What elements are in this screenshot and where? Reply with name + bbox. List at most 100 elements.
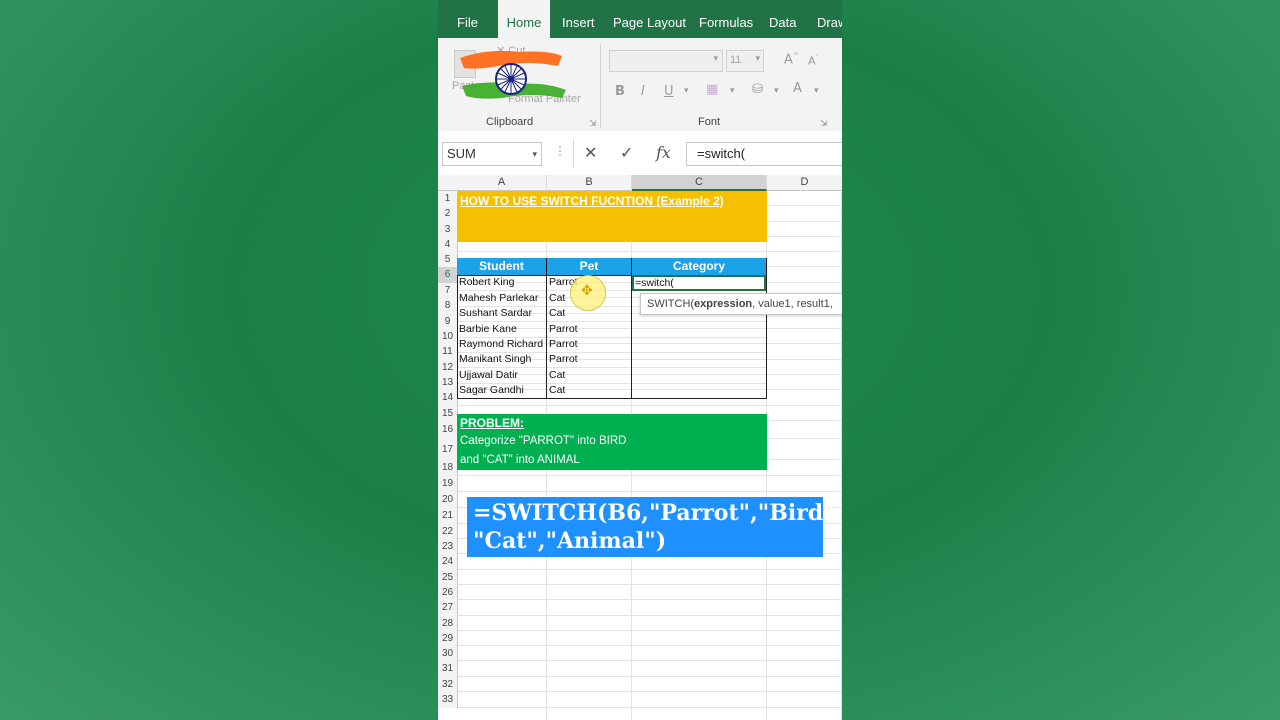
bold-button[interactable]: B: [615, 84, 625, 99]
row-header-7[interactable]: 7: [438, 283, 458, 298]
tab-insert[interactable]: Insert: [562, 0, 595, 38]
row-header-19[interactable]: 19: [438, 476, 458, 492]
ribbon-home: Paste ✕ Cut Format Painter Clipboard ⇲ ▾…: [438, 38, 842, 132]
pet-cell[interactable]: Cat: [549, 306, 565, 321]
row-header-10[interactable]: 10: [438, 329, 458, 344]
row-header-33[interactable]: 33: [438, 692, 458, 708]
clipboard-launcher-icon[interactable]: ⇲: [589, 118, 597, 129]
row-header-21[interactable]: 21: [438, 508, 458, 524]
tab-draw[interactable]: Draw: [817, 0, 842, 38]
chevron-down-icon[interactable]: ▾: [814, 86, 819, 96]
font-color-icon[interactable]: A: [793, 81, 802, 96]
cursor-icon: ✥: [581, 283, 593, 299]
student-cell[interactable]: Raymond Richard: [459, 337, 543, 352]
student-cell[interactable]: Manikant Singh: [459, 352, 531, 367]
borders-icon[interactable]: ▦: [706, 82, 718, 97]
row-header-25[interactable]: 25: [438, 570, 458, 585]
row-header-17[interactable]: 17: [438, 439, 458, 460]
formula-input[interactable]: =switch(: [686, 142, 842, 166]
gridline-row: [457, 630, 842, 631]
pet-cell[interactable]: Cat: [549, 383, 565, 398]
pet-cell[interactable]: Parrot: [549, 337, 578, 352]
formula-callout: =SWITCH(B6,"Parrot","Bird", "Cat","Anima…: [467, 497, 842, 557]
gridline-row: [457, 691, 842, 692]
chevron-down-icon[interactable]: ▾: [774, 86, 779, 96]
table-divider: [546, 275, 547, 399]
pet-cell[interactable]: Cat: [549, 291, 565, 306]
decrease-font-icon[interactable]: Aˇ: [808, 54, 819, 68]
formula-callout-line-2: "Cat","Animal"): [473, 528, 667, 554]
row-header-28[interactable]: 28: [438, 616, 458, 631]
tooltip-prefix: SWITCH(: [647, 298, 695, 310]
worksheet-grid[interactable]: A B C D 1 2 3 4 5 6 7 8 9 10 11 12 13 14 15 16 17 18 19 20 2…: [438, 175, 842, 720]
row-header-32[interactable]: 32: [438, 677, 458, 692]
column-header-a[interactable]: A: [457, 175, 547, 191]
student-cell[interactable]: Barbie Kane: [459, 322, 517, 337]
row-header-9[interactable]: 9: [438, 314, 458, 329]
row-header-3[interactable]: 3: [438, 222, 458, 237]
row-header-31[interactable]: 31: [438, 661, 458, 677]
function-tooltip: SWITCH(expression, value1, result1,: [640, 293, 842, 315]
fill-color-icon[interactable]: ⛁: [752, 82, 763, 97]
row-header-15[interactable]: 15: [438, 406, 458, 421]
row-header-24[interactable]: 24: [438, 554, 458, 570]
column-header-c[interactable]: C: [632, 175, 767, 191]
cancel-icon[interactable]: ✕: [584, 143, 597, 162]
underline-button[interactable]: U: [664, 84, 674, 99]
select-all-corner[interactable]: [438, 175, 458, 191]
gridline-row: [457, 615, 842, 616]
pet-cell[interactable]: Cat: [549, 368, 565, 383]
pet-cell[interactable]: Parrot: [549, 322, 578, 337]
row-header-30[interactable]: 30: [438, 646, 458, 661]
column-header-b[interactable]: B: [547, 175, 632, 191]
font-launcher-icon[interactable]: ⇲: [820, 118, 828, 129]
name-box[interactable]: SUM ▾: [442, 142, 542, 166]
student-cell[interactable]: Mahesh Parlekar: [459, 291, 538, 306]
row-header-11[interactable]: 11: [438, 344, 458, 360]
row-header-16[interactable]: 16: [438, 421, 458, 439]
font-size-dropdown[interactable]: 11 ▾: [726, 50, 764, 72]
tab-file[interactable]: File: [457, 0, 478, 38]
row-header-27[interactable]: 27: [438, 600, 458, 616]
insert-function-icon[interactable]: fx: [656, 143, 671, 162]
increase-font-icon[interactable]: A^: [784, 52, 799, 67]
chevron-down-icon[interactable]: ▾: [730, 86, 735, 96]
row-header-4[interactable]: 4: [438, 237, 458, 252]
row-header-26[interactable]: 26: [438, 585, 458, 600]
chevron-down-icon[interactable]: ▾: [684, 86, 689, 96]
font-name-dropdown[interactable]: ▾: [609, 50, 723, 72]
tab-home[interactable]: Home: [498, 0, 550, 38]
row-header-20[interactable]: 20: [438, 492, 458, 508]
student-cell[interactable]: Sagar Gandhi: [459, 383, 524, 398]
italic-button[interactable]: I: [641, 84, 645, 99]
row-header-6[interactable]: 6: [438, 267, 458, 283]
tab-formulas[interactable]: Formulas: [699, 0, 753, 38]
row-header-18[interactable]: 18: [438, 460, 458, 476]
header-pet: Pet: [547, 258, 632, 275]
font-size-value: 11: [730, 54, 742, 66]
active-cell-c6[interactable]: =switch(: [632, 275, 766, 291]
chevron-down-icon: ▾: [755, 54, 760, 64]
tooltip-argument-current: expression: [694, 298, 753, 310]
row-header-2[interactable]: 2: [438, 206, 458, 222]
gridline-row: [457, 569, 842, 570]
row-header-29[interactable]: 29: [438, 631, 458, 646]
pet-cell[interactable]: Parrot: [549, 352, 578, 367]
student-cell[interactable]: Robert King: [459, 275, 514, 290]
tab-data[interactable]: Data: [769, 0, 796, 38]
row-header-22[interactable]: 22: [438, 524, 458, 539]
formula-bar: SUM ▾ ⋮ ✕ ✓ fx =switch(: [438, 131, 842, 176]
row-header-12[interactable]: 12: [438, 360, 458, 375]
row-header-1[interactable]: 1: [438, 191, 458, 206]
column-header-d[interactable]: D: [767, 175, 842, 191]
student-cell[interactable]: Ujjawal Datir: [459, 368, 518, 383]
enter-icon[interactable]: ✓: [620, 143, 633, 162]
row-header-8[interactable]: 8: [438, 298, 458, 314]
student-cell[interactable]: Sushant Sardar: [459, 306, 532, 321]
tab-page-layout[interactable]: Page Layout: [613, 0, 686, 38]
row-header-13[interactable]: 13: [438, 375, 458, 390]
row-header-14[interactable]: 14: [438, 390, 458, 406]
row-header-5[interactable]: 5: [438, 252, 458, 267]
table-row-line: [457, 398, 767, 399]
row-header-23[interactable]: 23: [438, 539, 458, 554]
